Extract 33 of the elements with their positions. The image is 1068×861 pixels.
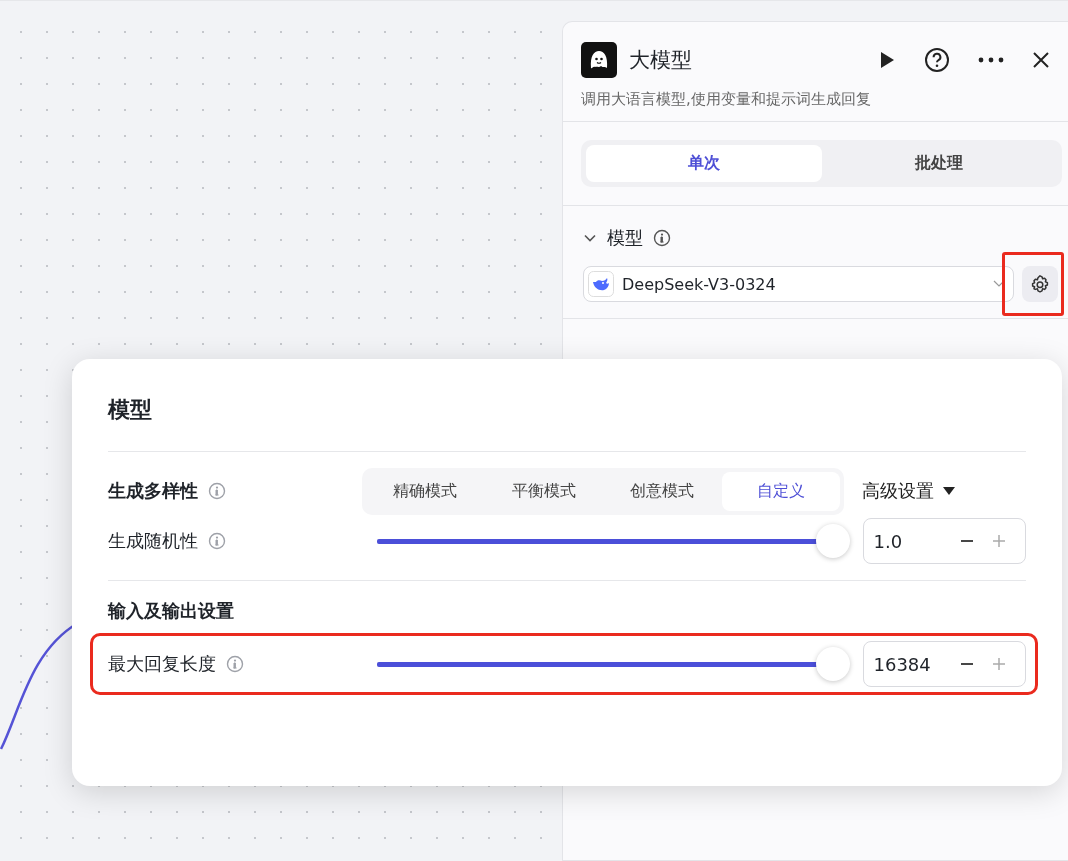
mode-option[interactable]: 创意模式 — [603, 471, 722, 511]
setting-label: 生成多样性 — [108, 479, 198, 503]
help-icon[interactable] — [924, 47, 950, 73]
model-select[interactable]: DeepSeek-V3-0324 — [583, 266, 1014, 302]
close-icon[interactable] — [1032, 51, 1050, 69]
slider-handle[interactable] — [815, 523, 850, 558]
ghost-logo-icon — [581, 42, 617, 78]
plus-icon — [992, 657, 1006, 671]
setting-label: 最大回复长度 — [108, 652, 216, 676]
mode-option[interactable]: 平衡模式 — [484, 471, 603, 511]
caret-down-icon — [942, 486, 956, 496]
setting-label: 生成随机性 — [108, 529, 198, 553]
mode-tab[interactable]: 批处理 — [821, 145, 1057, 182]
section-title: 输入及输出设置 — [108, 599, 235, 623]
settings-button[interactable] — [1022, 266, 1058, 302]
mode-option[interactable]: 精确模式 — [366, 471, 485, 511]
caret-down-icon — [993, 280, 1005, 288]
popup-title: 模型 — [108, 396, 153, 424]
more-icon[interactable] — [978, 57, 1004, 63]
slider-handle[interactable] — [815, 646, 850, 681]
plus-icon — [992, 534, 1006, 548]
panel-title: 大模型 — [629, 47, 693, 74]
info-icon — [208, 482, 226, 500]
advanced-settings-button[interactable]: 高级设置 — [862, 479, 956, 503]
whale-icon — [588, 271, 614, 297]
info-icon — [653, 229, 671, 247]
mode-tab[interactable]: 单次 — [586, 145, 822, 182]
info-icon — [208, 532, 226, 550]
section-title: 模型 — [607, 226, 643, 250]
mode-option[interactable]: 自定义 — [721, 471, 840, 511]
panel-description: 调用大语言模型,使用变量和提示词生成回复 — [563, 78, 1068, 122]
settings-icon — [1030, 274, 1050, 294]
info-icon — [226, 655, 244, 673]
